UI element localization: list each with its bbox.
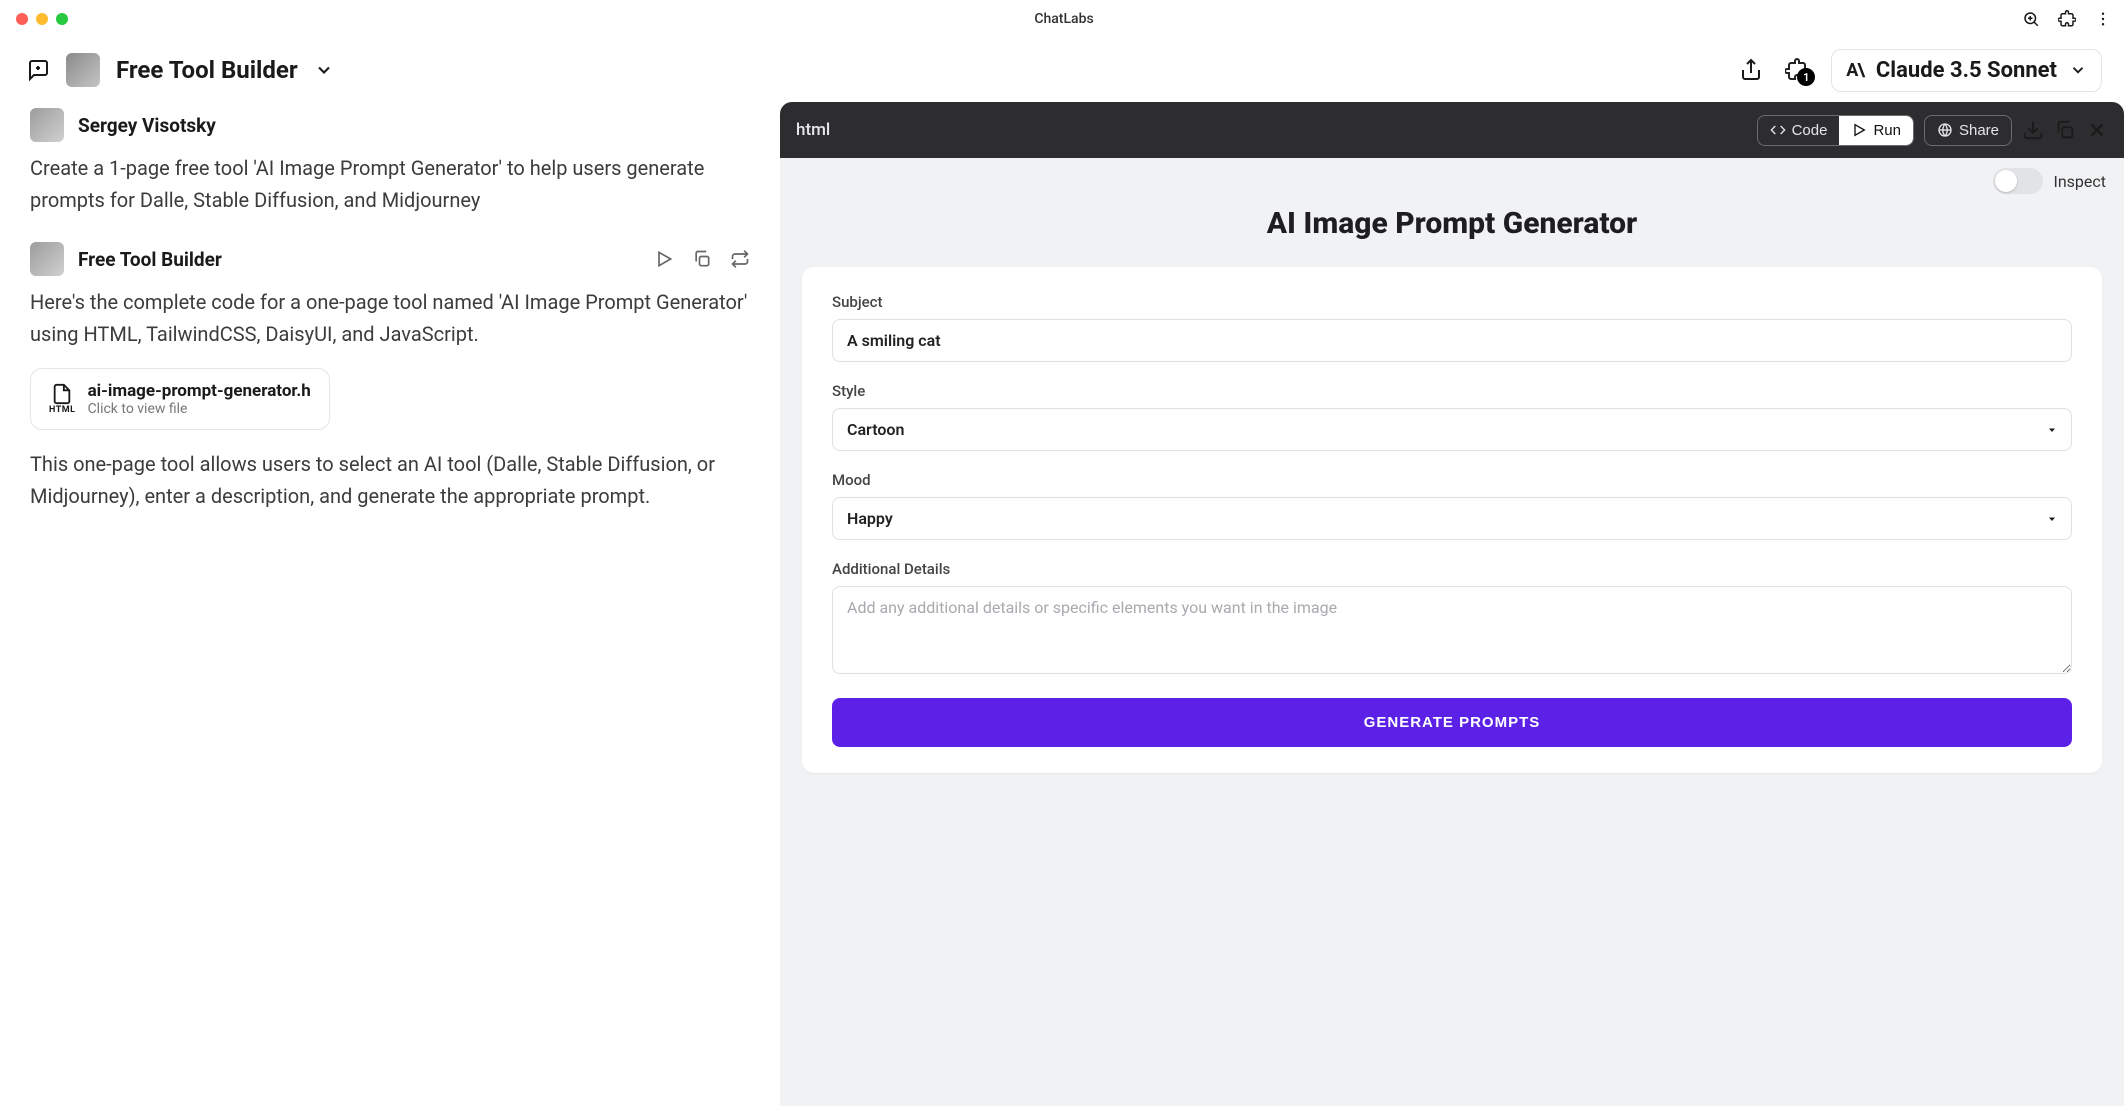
extensions-badge: 1	[1797, 68, 1815, 86]
details-field: Additional Details	[832, 560, 2072, 678]
inspect-toggle[interactable]	[1993, 168, 2043, 194]
html-file-icon: HTML	[49, 383, 76, 415]
generate-button[interactable]: GENERATE PROMPTS	[832, 698, 2072, 747]
subject-input[interactable]	[832, 319, 2072, 362]
share-icon[interactable]	[1739, 58, 1763, 82]
copy-panel-icon[interactable]	[2054, 119, 2076, 141]
share-panel-button[interactable]: Share	[1924, 115, 2012, 146]
tool-card: Subject Style Cartoon Mood Happy	[802, 267, 2102, 773]
close-window-button[interactable]	[16, 13, 28, 25]
chat-column: Sergey Visotsky Create a 1-page free too…	[0, 102, 780, 1106]
inspect-row: Inspect	[780, 158, 2124, 194]
panel-tab-label[interactable]: html	[796, 120, 830, 140]
anthropic-logo-icon: A\	[1846, 60, 1864, 81]
workspace-dropdown[interactable]	[314, 60, 334, 80]
panel-toolbar: html Code Run Share	[780, 102, 2124, 158]
details-label: Additional Details	[832, 560, 2072, 578]
copy-message-icon[interactable]	[692, 249, 712, 269]
regenerate-icon[interactable]	[730, 249, 750, 269]
model-selector[interactable]: A\ Claude 3.5 Sonnet	[1831, 49, 2102, 92]
extension-outline-icon[interactable]	[2058, 10, 2076, 28]
file-type-badge: HTML	[49, 405, 76, 415]
user-message-text: Create a 1-page free tool 'AI Image Prom…	[30, 152, 750, 216]
assistant-message: Free Tool Builder Here's the complete co…	[30, 242, 750, 512]
user-message: Sergey Visotsky Create a 1-page free too…	[30, 108, 750, 216]
close-panel-icon[interactable]	[2086, 119, 2108, 141]
code-run-segment: Code Run	[1757, 115, 1914, 146]
extensions-button[interactable]: 1	[1785, 58, 1809, 82]
minimize-window-button[interactable]	[36, 13, 48, 25]
main-area: Sergey Visotsky Create a 1-page free too…	[0, 102, 2128, 1106]
download-icon[interactable]	[2022, 119, 2044, 141]
assistant-outro-text: This one-page tool allows users to selec…	[30, 448, 750, 512]
workspace-avatar	[66, 53, 100, 87]
assistant-intro-text: Here's the complete code for a one-page …	[30, 286, 750, 350]
file-hint: Click to view file	[88, 401, 311, 417]
file-name: ai-image-prompt-generator.h	[88, 381, 311, 401]
assistant-avatar	[30, 242, 64, 276]
rendered-tool: AI Image Prompt Generator Subject Style …	[780, 194, 2124, 795]
style-select[interactable]: Cartoon	[832, 408, 2072, 451]
code-tab[interactable]: Code	[1758, 116, 1840, 145]
run-tab[interactable]: Run	[1839, 116, 1913, 145]
inspect-label: Inspect	[2053, 172, 2106, 191]
details-textarea[interactable]	[832, 586, 2072, 674]
user-name: Sergey Visotsky	[78, 114, 216, 137]
style-label: Style	[832, 382, 2072, 400]
chevron-down-icon	[2069, 61, 2087, 79]
app-header: Free Tool Builder 1 A\ Claude 3.5 Sonnet	[0, 38, 2128, 102]
new-chat-icon[interactable]	[26, 58, 50, 82]
maximize-window-button[interactable]	[56, 13, 68, 25]
window-controls	[16, 13, 68, 25]
assistant-name: Free Tool Builder	[78, 248, 222, 271]
mood-select[interactable]: Happy	[832, 497, 2072, 540]
run-snippet-icon[interactable]	[654, 249, 674, 269]
subject-label: Subject	[832, 293, 2072, 311]
zoom-icon[interactable]	[2022, 10, 2040, 28]
subject-field: Subject	[832, 293, 2072, 362]
mood-field: Mood Happy	[832, 471, 2072, 540]
code-tab-label: Code	[1792, 122, 1828, 139]
style-field: Style Cartoon	[832, 382, 2072, 451]
window-titlebar: ChatLabs	[0, 0, 2128, 38]
file-attachment[interactable]: HTML ai-image-prompt-generator.h Click t…	[30, 368, 330, 430]
tool-title: AI Image Prompt Generator	[802, 206, 2102, 241]
mood-label: Mood	[832, 471, 2072, 489]
window-title: ChatLabs	[1034, 11, 1093, 27]
kebab-menu-icon[interactable]	[2094, 10, 2112, 28]
share-panel-label: Share	[1959, 122, 1999, 139]
workspace-name: Free Tool Builder	[116, 56, 298, 84]
preview-panel: html Code Run Share	[780, 102, 2124, 1106]
model-name: Claude 3.5 Sonnet	[1876, 58, 2057, 83]
user-avatar	[30, 108, 64, 142]
run-tab-label: Run	[1873, 122, 1901, 139]
